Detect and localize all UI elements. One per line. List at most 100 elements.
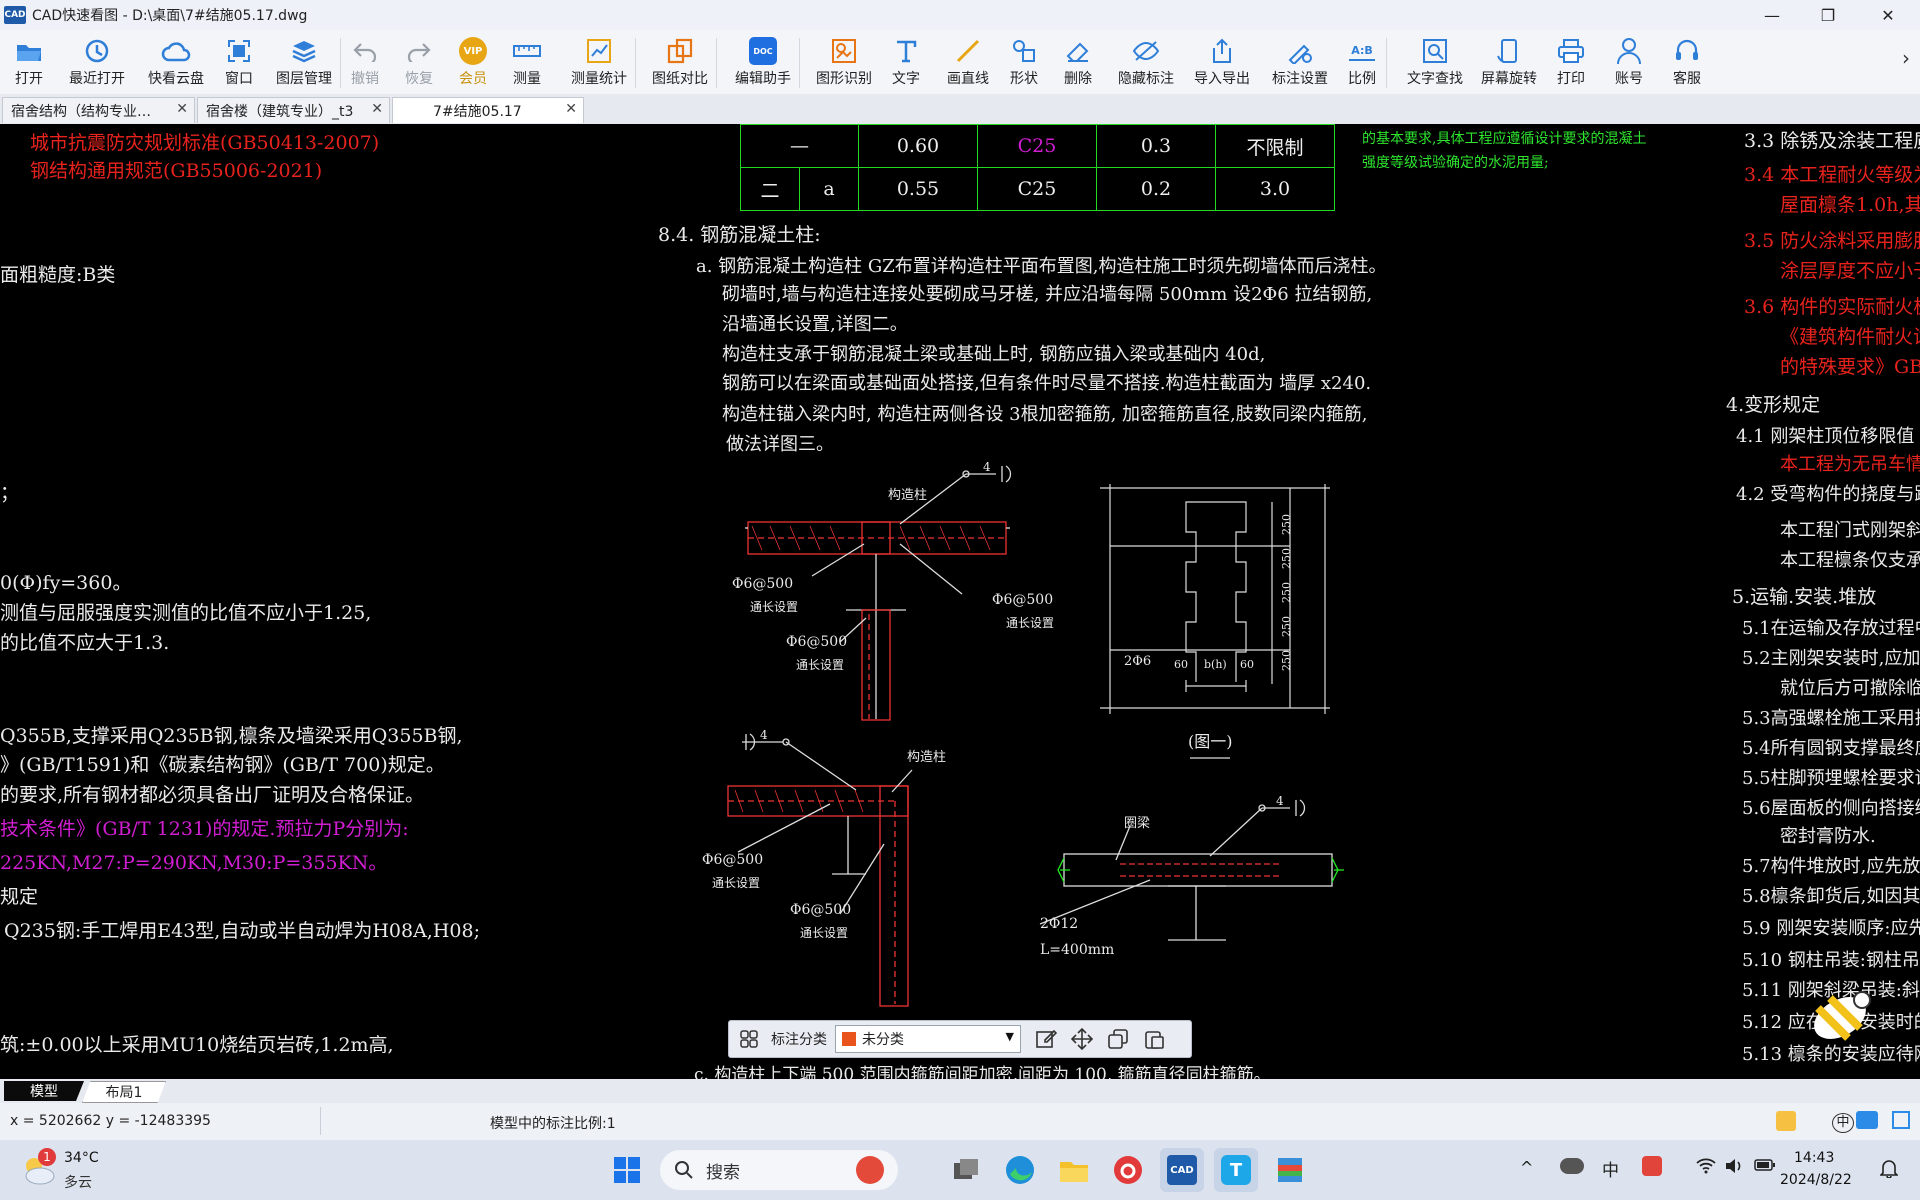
close-button[interactable]: ✕ [1860, 0, 1916, 30]
cad-label: 250 [1280, 548, 1293, 569]
cad-text: 5.8檩条卸货后,如因其他原因未及 [1742, 886, 1920, 907]
cad-text: 5.4所有圆钢支撑最终应调整成拉 [1742, 738, 1920, 759]
cad-label: 250 [1280, 582, 1293, 603]
annotation-scale-text: 模型中的标注比例:1 [490, 1116, 616, 1132]
minimize-button[interactable]: — [1744, 0, 1800, 30]
taskbar-search-box[interactable]: 搜索 [660, 1150, 898, 1190]
tab-active-drawing[interactable]: 7#结施05.17 ✕ [392, 97, 584, 123]
text-search-button[interactable]: 文字查找 [1403, 30, 1467, 94]
tab-model[interactable]: 模型 [4, 1081, 84, 1101]
printer-icon [1556, 36, 1586, 66]
ime-indicator[interactable]: 中 [1832, 1113, 1854, 1133]
weather-desc: 多云 [64, 1175, 92, 1191]
grid-view-icon[interactable] [739, 1029, 759, 1049]
redo-icon [404, 36, 434, 66]
notification-bell-icon[interactable] [1880, 1158, 1898, 1178]
shape-recognize-button[interactable]: 图形识别 [812, 30, 876, 94]
close-tab-icon[interactable]: ✕ [371, 101, 383, 117]
close-tab-icon[interactable]: ✕ [565, 101, 577, 117]
cad-label: 60 [1174, 658, 1188, 671]
clock-date[interactable]: 2024/8/22 [1780, 1172, 1852, 1188]
window-fit-icon [224, 36, 254, 66]
cad-viewer-app-icon[interactable]: CAD [1160, 1148, 1204, 1192]
copy-icon[interactable] [1107, 1028, 1129, 1050]
account-button[interactable]: 账号 [1609, 30, 1649, 94]
toolbar-more-button[interactable]: › [1902, 46, 1910, 70]
measure-button[interactable]: 测量 [507, 30, 547, 94]
cad-label: 2Φ12 [1040, 916, 1079, 932]
airplane-mascot-icon[interactable] [1800, 978, 1880, 1058]
app-tray-icon[interactable] [1642, 1156, 1662, 1176]
cad-label: 4 [760, 728, 768, 742]
archive-app-icon[interactable] [1268, 1148, 1312, 1192]
vip-button[interactable]: VIP 会员 [453, 30, 493, 94]
drawing-canvas[interactable]: 城市抗震防灾规划标准(GB50413-2007) 钢结构通用规范(GB55006… [0, 124, 1920, 1079]
toolbar-separator [340, 38, 341, 88]
annotation-settings-button[interactable]: 标注设置 [1268, 30, 1332, 94]
maximize-button[interactable]: ❐ [1800, 0, 1856, 30]
close-tab-icon[interactable]: ✕ [176, 101, 188, 117]
wifi-icon[interactable] [1696, 1158, 1716, 1174]
tab-layout1[interactable]: 布局1 [82, 1081, 166, 1103]
scale-ratio-button[interactable]: A:B 比例 [1342, 30, 1382, 94]
clock-time[interactable]: 14:43 [1794, 1150, 1834, 1166]
annotation-category-select[interactable]: 未分类 ▼ [835, 1025, 1021, 1053]
redo-button[interactable]: 恢复 [399, 30, 439, 94]
windows-start-icon[interactable] [605, 1148, 649, 1192]
window-button[interactable]: 窗口 [218, 30, 260, 94]
paste-icon[interactable] [1143, 1028, 1165, 1050]
layout-tabs: 模型 布局1 [0, 1079, 1920, 1103]
cad-linework [727, 465, 1344, 1007]
layers-icon [289, 36, 319, 66]
cad-label: 250 [1280, 514, 1293, 535]
cloud-icon [161, 36, 191, 66]
drawing-compare-button[interactable]: 图纸对比 [648, 30, 712, 94]
tab-structure-dorm[interactable]: 宿舍结构（结构专业… ✕ [2, 97, 195, 123]
edit-assistant-button[interactable]: DOC 编辑助手 [731, 30, 795, 94]
measure-stats-button[interactable]: 测量统计 [567, 30, 631, 94]
move-icon[interactable] [1071, 1028, 1093, 1050]
weather-icon[interactable]: 1 [20, 1148, 56, 1188]
cad-text: 的特殊要求》GB/T99 [1780, 356, 1920, 378]
status-tool-icon[interactable] [1776, 1111, 1796, 1131]
edit-annotation-icon[interactable] [1035, 1028, 1057, 1050]
cad-label: 2Φ6 [1124, 654, 1152, 669]
hide-annotation-button[interactable]: 隐藏标注 [1114, 30, 1178, 94]
netease-music-icon[interactable] [1106, 1148, 1150, 1192]
text-button[interactable]: 文字 [886, 30, 926, 94]
text-app-icon[interactable]: T [1214, 1148, 1258, 1192]
layer-manager-button[interactable]: 图层管理 [272, 30, 336, 94]
main-toolbar: 打开 最近打开 快看云盘 窗口 图层管理 撤销 恢复 VIP 会员 测量 测量统… [0, 30, 1920, 114]
cad-label: Φ6@500 [786, 634, 848, 650]
recent-open-button[interactable]: 最近打开 [64, 30, 130, 94]
cad-label: 圈梁 [1124, 816, 1151, 831]
open-button[interactable]: 打开 [8, 30, 50, 94]
shapes-button[interactable]: 形状 [1004, 30, 1044, 94]
battery-icon[interactable] [1754, 1158, 1776, 1172]
file-explorer-icon[interactable] [1052, 1148, 1096, 1192]
status-fullscreen-icon[interactable] [1892, 1111, 1910, 1129]
cad-text: 5.运输.安装.堆放 [1732, 586, 1877, 608]
draw-line-button[interactable]: 画直线 [942, 30, 994, 94]
cad-text: 3.6 构件的实际耐火极限要求按 [1744, 296, 1920, 318]
status-display-icon[interactable] [1856, 1111, 1878, 1129]
print-button[interactable]: 打印 [1551, 30, 1591, 94]
volume-icon[interactable] [1724, 1158, 1744, 1174]
cloud-drive-button[interactable]: 快看云盘 [144, 30, 208, 94]
import-export-button[interactable]: 导入导出 [1190, 30, 1254, 94]
tray-overflow-icon[interactable]: ^ [1520, 1158, 1533, 1177]
eraser-icon [1063, 36, 1093, 66]
screen-rotate-button[interactable]: 屏幕旋转 [1477, 30, 1541, 94]
edge-browser-icon[interactable] [998, 1148, 1042, 1192]
window-title: CAD快速看图 - D:\桌面\7#结施05.17.dwg [32, 8, 308, 24]
tab-building-dorm[interactable]: 宿舍楼（建筑专业）_t3 ✕ [197, 97, 390, 123]
task-view-icon[interactable] [944, 1148, 988, 1192]
cad-label: 4 [983, 460, 991, 474]
onedrive-cloud-icon[interactable] [1560, 1158, 1584, 1174]
folder-open-icon [14, 36, 44, 66]
chevron-down-icon: ▼ [1005, 1030, 1014, 1043]
ime-tray-indicator[interactable]: 中 [1602, 1156, 1619, 1181]
customer-service-button[interactable]: 客服 [1667, 30, 1707, 94]
delete-button[interactable]: 删除 [1058, 30, 1098, 94]
undo-button[interactable]: 撤销 [345, 30, 385, 94]
